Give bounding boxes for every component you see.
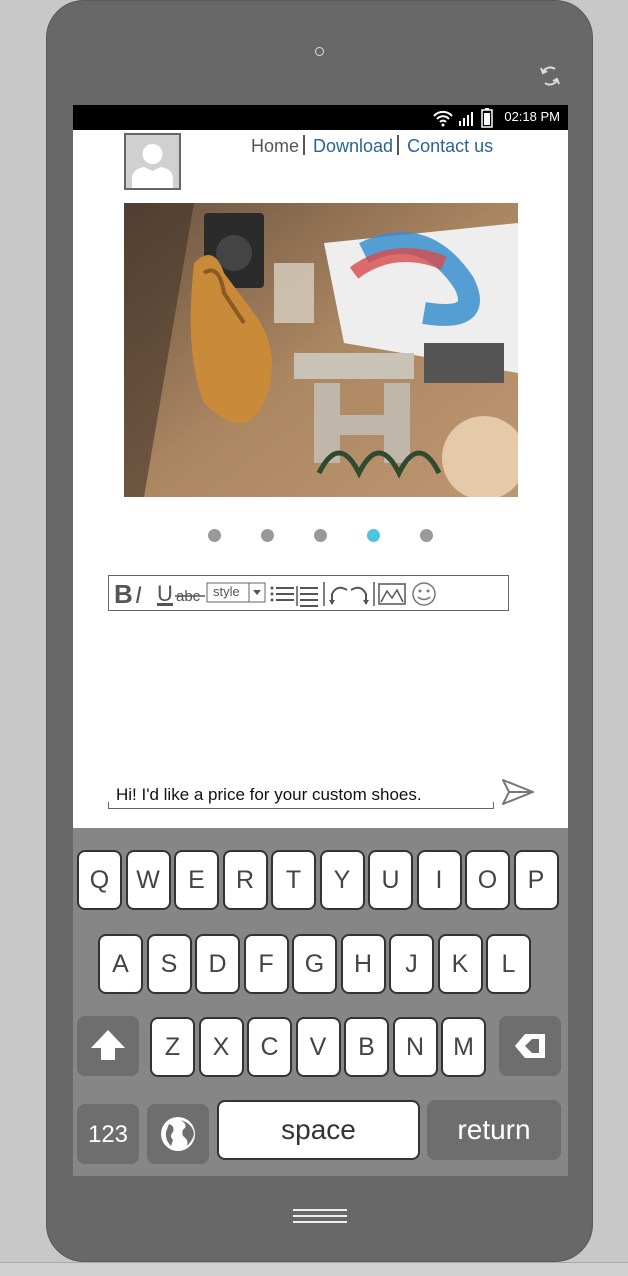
send-icon[interactable] [501, 777, 535, 807]
key-u[interactable]: U [368, 850, 413, 910]
nav-contact-link[interactable]: Contact us [407, 136, 493, 156]
key-s[interactable]: S [146, 934, 192, 994]
key-o[interactable]: O [465, 850, 510, 910]
key-g[interactable]: G [292, 934, 337, 994]
key-d[interactable]: D [195, 934, 240, 994]
bottom-strip [0, 1262, 628, 1276]
key-h[interactable]: H [340, 934, 386, 994]
carousel-dot[interactable] [208, 529, 221, 542]
carousel-dots [73, 529, 568, 543]
carousel-dot[interactable] [261, 529, 274, 542]
key-i[interactable]: I [416, 850, 462, 910]
home-button-icon[interactable] [293, 1207, 347, 1225]
wifi-icon [433, 110, 453, 127]
key-x[interactable]: X [198, 1017, 244, 1077]
key-v[interactable]: V [295, 1017, 341, 1077]
key-f[interactable]: F [243, 934, 289, 994]
on-screen-keyboard: 123 space return QWERTYUIOP ASDFGHJKL ZXCV… [73, 828, 568, 1176]
rich-text-toolbar: B I U abc style [108, 575, 509, 611]
rotate-icon[interactable] [537, 63, 563, 89]
bullet-list-button[interactable] [269, 580, 295, 608]
key-l[interactable]: L [486, 934, 531, 994]
status-icons [433, 108, 493, 128]
undo-button[interactable] [327, 580, 349, 608]
carousel-dot[interactable] [420, 529, 433, 542]
carousel-dot[interactable] [314, 529, 327, 542]
key-c[interactable]: C [247, 1017, 292, 1077]
camera-icon [315, 47, 324, 56]
underline-button[interactable] [155, 580, 173, 608]
emoji-button[interactable] [411, 580, 437, 608]
nav-separator [397, 135, 400, 155]
key-n[interactable]: N [392, 1017, 438, 1077]
space-key[interactable]: space [217, 1100, 420, 1160]
key-e[interactable]: E [174, 850, 219, 910]
italic-button[interactable] [133, 580, 153, 608]
numbers-key[interactable]: 123 [77, 1104, 139, 1164]
key-k[interactable]: K [437, 934, 483, 994]
key-y[interactable]: Y [319, 850, 365, 910]
key-t[interactable]: T [271, 850, 316, 910]
nav-download-link[interactable]: Download [313, 136, 393, 156]
key-z[interactable]: Z [150, 1017, 195, 1077]
message-input[interactable]: Hi! I'd like a price for your custom sho… [108, 781, 494, 809]
globe-icon [161, 1117, 195, 1151]
key-r[interactable]: R [222, 850, 268, 910]
battery-icon [481, 108, 493, 128]
style-dropdown-label[interactable]: style [213, 585, 240, 599]
screen: 02:18 PM Home Download Contact us B I U … [73, 105, 568, 1176]
redo-button[interactable] [350, 580, 372, 608]
numbered-list-button[interactable] [296, 580, 320, 608]
bold-button[interactable] [112, 580, 132, 608]
status-bar: 02:18 PM [73, 105, 568, 130]
nav-separator [303, 135, 306, 155]
clock: 02:18 PM [504, 109, 560, 124]
key-p[interactable]: P [513, 850, 559, 910]
avatar[interactable] [124, 133, 181, 190]
carousel-image[interactable] [124, 203, 518, 497]
key-b[interactable]: B [344, 1017, 389, 1077]
backspace-icon [515, 1034, 545, 1058]
top-nav: Home Download Contact us [251, 135, 493, 157]
key-a[interactable]: A [98, 934, 143, 994]
key-q[interactable]: Q [77, 850, 122, 910]
key-j[interactable]: J [389, 934, 434, 994]
carousel-dot-active[interactable] [367, 529, 380, 542]
insert-image-button[interactable] [377, 580, 407, 608]
nav-home-link[interactable]: Home [251, 136, 299, 156]
return-key[interactable]: return [427, 1100, 561, 1160]
key-w[interactable]: W [125, 850, 171, 910]
language-key[interactable] [147, 1104, 209, 1164]
user-icon [132, 144, 173, 188]
shift-key[interactable] [77, 1016, 139, 1076]
key-m[interactable]: M [441, 1017, 486, 1077]
backspace-key[interactable] [499, 1016, 561, 1076]
strikethrough-button[interactable] [175, 580, 205, 608]
signal-icon [459, 112, 473, 126]
shift-icon [91, 1030, 125, 1060]
phone-frame: 02:18 PM Home Download Contact us B I U … [46, 0, 593, 1262]
